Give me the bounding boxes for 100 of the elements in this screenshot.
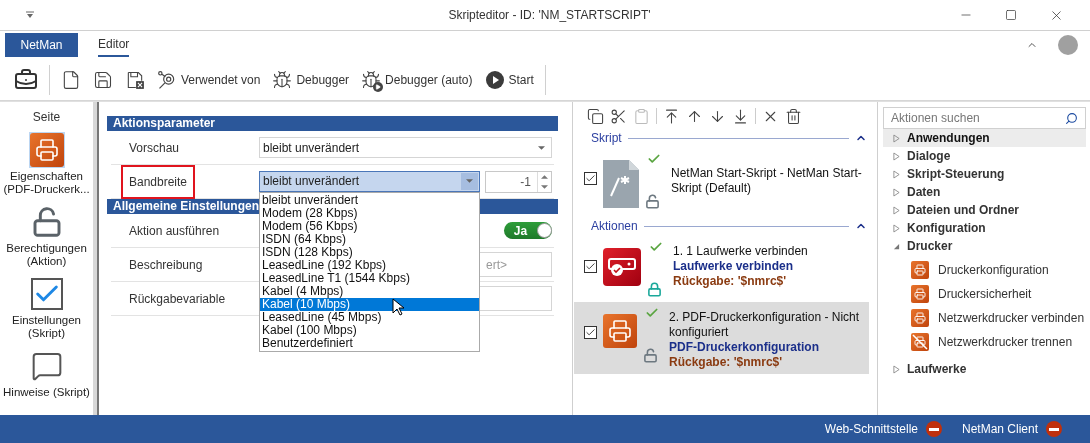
tree-item[interactable]: Drucker (883, 237, 1086, 255)
toggle-switch[interactable]: Ja (504, 222, 552, 239)
tree-leaf[interactable]: Druckerkonfiguration (883, 258, 1086, 282)
item-subtitle: PDF-Druckerkonfiguration (669, 340, 820, 355)
dropdown-field[interactable]: bleibt unverändert (259, 170, 480, 192)
section-title: Aktionen (591, 218, 638, 235)
collapsed-arrow-icon[interactable] (893, 364, 900, 374)
field-label: Rückgabevariable (128, 290, 227, 308)
window-title: Skripteditor - ID: 'NM_STARTSCRIPT' (447, 7, 652, 24)
ribbon-tab[interactable]: Editor (98, 33, 130, 57)
bug-icon (272, 69, 293, 90)
tree-leaf[interactable]: Netzwerkdrucker trennen (883, 330, 1086, 354)
tree-item[interactable]: Daten (883, 183, 1086, 201)
toolbar-button[interactable]: Debugger (auto) (355, 63, 479, 96)
lock-icon (647, 281, 662, 298)
save-close-icon (125, 69, 145, 90)
nav-title: Seite (32, 109, 61, 126)
field-label: Beschreibung (128, 256, 204, 274)
field-label: Bandbreite (121, 164, 196, 199)
checkbox[interactable] (584, 260, 597, 273)
tree-item[interactable]: Konfiguration (883, 219, 1086, 237)
checkbox-icon (30, 278, 63, 310)
script-item[interactable]: 2. PDF-Druckerkonfiguration - Nicht konfiguriert PDF-Druckerkonfiguration Rückgabe: '$nmrc$' (574, 302, 869, 374)
dropdown-option[interactable]: LeasedLine (45 Mbps) (260, 310, 479, 324)
nav-item[interactable]: Berechtigungen (Aktion) (0, 204, 95, 268)
item-result: Rückgabe: '$nmrc$' (673, 274, 788, 289)
maximize-icon[interactable] (1005, 9, 1017, 21)
save-icon (93, 69, 113, 90)
no-entry-icon (925, 421, 942, 437)
open-lock-icon (643, 347, 658, 364)
nav-item[interactable]: Einstellungen (Skript) (0, 276, 95, 340)
toolbox-icon (14, 67, 38, 92)
status-label: Web-Schnittstelle (824, 421, 918, 438)
dropdown-option[interactable]: Kabel (100 Mbps) (260, 323, 479, 337)
move-bottom-icon[interactable] (732, 107, 749, 125)
nav-item[interactable]: Hinweise (Skript) (0, 348, 95, 399)
tree-item[interactable]: Dateien und Ordner (883, 201, 1086, 219)
field-label: Aktion ausführen (128, 222, 221, 240)
tree-item[interactable]: Dialoge (883, 147, 1086, 165)
avatar-icon[interactable] (1058, 35, 1078, 55)
section-header: Aktionsparameter (107, 116, 558, 131)
script-item[interactable]: NetMan Start-Skript - NetMan Start-Skript (Default) (574, 148, 869, 214)
no-entry-icon (1046, 421, 1062, 437)
mouse-cursor-icon (392, 297, 404, 316)
quick-access-icon[interactable] (26, 11, 34, 19)
dropdown-option[interactable]: Kabel (4 Mbps) (260, 284, 479, 298)
dropdown-caret-icon (466, 179, 473, 183)
bug-play-icon (361, 69, 382, 90)
dropdown-option[interactable]: Kabel (10 Mbps) (260, 297, 479, 311)
item-title: 2. PDF-Druckerkonfiguration - Nicht konfiguriert (669, 310, 861, 340)
spin-up-icon[interactable] (541, 174, 548, 179)
usage-icon (157, 69, 177, 90)
toolbar-button[interactable]: Start (478, 63, 540, 96)
printer-settings-icon (29, 133, 64, 167)
spin-field[interactable]: -1 (485, 170, 552, 193)
checkbox[interactable] (584, 172, 597, 185)
script-item[interactable]: 1. 1 Laufwerke verbinden Laufwerke verbinden Rückgabe: '$nmrc$' (574, 236, 869, 302)
move-top-icon[interactable] (663, 107, 680, 125)
dropdown-field[interactable]: bleibt unverändert (259, 137, 552, 158)
item-subtitle: Laufwerke verbinden (673, 259, 795, 274)
checkbox[interactable] (584, 326, 597, 339)
dropdown-option[interactable]: ISDN (128 Kbps) (260, 245, 479, 259)
dropdown-option[interactable]: Modem (56 Kbps) (260, 219, 479, 233)
dropdown-option[interactable]: LeasedLine (192 Kbps) (260, 258, 479, 272)
item-title: 1. 1 Laufwerke verbinden (673, 244, 808, 259)
play-icon (484, 69, 505, 90)
dropdown-caret-icon (538, 145, 545, 150)
script-file-icon (603, 160, 639, 208)
dropdown-option[interactable]: ISDN (64 Kbps) (260, 232, 479, 246)
section-title: Skript (591, 130, 622, 147)
open-lock-icon (645, 193, 660, 210)
item-title: NetMan Start-Skript - NetMan Start-Skript (Default) (671, 166, 863, 196)
toolbar-button[interactable]: Verwendet von (151, 63, 267, 96)
printer-shield-icon (911, 285, 929, 303)
tree-leaf[interactable]: Druckersicherheit (883, 282, 1086, 306)
app-menu-button[interactable]: NetMan (5, 33, 78, 57)
expanded-arrow-icon[interactable] (893, 242, 900, 250)
status-label: NetMan Client (961, 421, 1038, 438)
tree-leaf[interactable]: Netzwerkdrucker verbinden (883, 306, 1086, 330)
item-result: Rückgabe: '$nmrc$' (669, 355, 784, 370)
new-file-icon (61, 69, 81, 90)
spin-down-icon[interactable] (541, 184, 548, 189)
nav-item[interactable]: Eigenschaften (PDF-Druckerk... (0, 132, 95, 196)
network-printer-icon (911, 309, 929, 327)
drive-icon (603, 248, 641, 286)
trash-icon[interactable] (785, 107, 802, 125)
printer-settings-icon (603, 314, 637, 348)
search-icon[interactable] (1065, 111, 1078, 125)
printer-settings-icon (911, 261, 929, 279)
dropdown-option[interactable]: LeasedLine T1 (1544 Kbps) (260, 271, 479, 285)
field-label: Vorschau (128, 139, 181, 157)
cut-icon[interactable] (610, 107, 627, 125)
toolbar-button[interactable]: Debugger (266, 63, 356, 96)
tree-item[interactable]: Anwendungen (883, 129, 1086, 147)
copy-icon[interactable] (587, 107, 604, 125)
tree-item[interactable]: Laufwerke (883, 360, 1086, 378)
tree-item[interactable]: Skript-Steuerung (883, 165, 1086, 183)
search-field[interactable]: Aktionen suchen (883, 107, 1086, 129)
speech-bubble-icon (30, 350, 63, 382)
dropdown-option[interactable]: Benutzerdefiniert (260, 336, 479, 350)
